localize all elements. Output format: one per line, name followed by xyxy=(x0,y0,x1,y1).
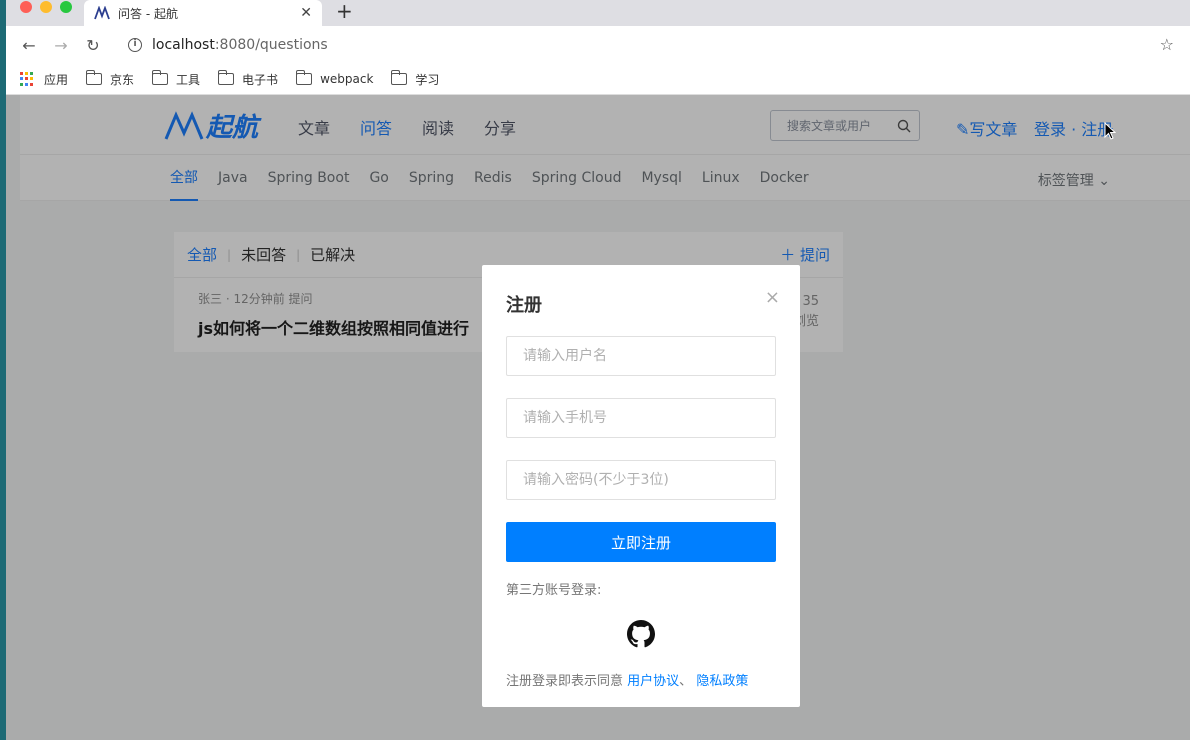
register-button[interactable]: 立即注册 xyxy=(506,522,776,562)
forward-arrow-icon[interactable]: → xyxy=(50,36,72,55)
close-window-button[interactable] xyxy=(20,1,32,13)
site-favicon-icon xyxy=(94,6,110,20)
back-arrow-icon[interactable]: ← xyxy=(18,36,40,55)
tab-close-icon[interactable]: ✕ xyxy=(300,5,312,21)
password-field[interactable] xyxy=(506,460,776,500)
mouse-cursor-icon xyxy=(1104,122,1116,140)
agreement-separator: 、 xyxy=(679,674,693,689)
bookmarks-bar: 应用 京东 工具 电子书 webpack 学习 xyxy=(6,64,1190,95)
folder-icon xyxy=(295,70,313,85)
oauth-label: 第三方账号登录: xyxy=(506,583,602,598)
bookmark-apps[interactable]: 应用 xyxy=(20,71,68,88)
bookmark-label: webpack xyxy=(320,72,374,86)
site-info-icon[interactable]: i xyxy=(128,38,142,52)
agreement-text: 注册登录即表示同意 用户协议、 隐私政策 xyxy=(506,670,748,689)
folder-icon xyxy=(151,70,169,85)
apps-grid-icon xyxy=(20,72,34,86)
bookmark-label: 工具 xyxy=(176,72,201,87)
bookmark-study[interactable]: 学习 xyxy=(391,70,440,88)
bookmark-label: 电子书 xyxy=(242,72,279,87)
agreement-prefix: 注册登录即表示同意 xyxy=(506,674,624,689)
url-field[interactable]: localhost:8080/questions xyxy=(152,37,328,53)
address-bar: ← → ↻ i localhost:8080/questions ☆ xyxy=(6,26,1190,64)
folder-icon xyxy=(217,70,235,85)
browser-tab[interactable]: 问答 - 起航 ✕ xyxy=(84,0,322,26)
bookmark-tools[interactable]: 工具 xyxy=(151,70,201,88)
bookmark-label: 京东 xyxy=(110,72,135,87)
url-path: :8080/questions xyxy=(214,37,328,53)
bookmark-jd[interactable]: 京东 xyxy=(85,70,135,88)
new-tab-button[interactable]: + xyxy=(336,0,353,22)
bookmark-label: 学习 xyxy=(415,72,440,87)
tab-bar: 问答 - 起航 ✕ + xyxy=(6,0,1190,26)
username-field[interactable] xyxy=(506,336,776,376)
bookmark-webpack[interactable]: webpack xyxy=(295,70,374,86)
window-controls xyxy=(20,1,72,13)
url-host: localhost xyxy=(152,37,215,53)
bookmark-label: 应用 xyxy=(44,72,69,87)
bookmark-ebooks[interactable]: 电子书 xyxy=(217,70,279,88)
folder-icon xyxy=(85,70,103,85)
privacy-policy-link[interactable]: 隐私政策 xyxy=(696,674,748,689)
maximize-window-button[interactable] xyxy=(60,1,72,13)
github-icon[interactable] xyxy=(627,620,655,648)
bookmark-star-icon[interactable]: ☆ xyxy=(1160,35,1174,54)
minimize-window-button[interactable] xyxy=(40,1,52,13)
phone-field[interactable] xyxy=(506,398,776,438)
register-modal: 注册 × 立即注册 第三方账号登录: 注册登录即表示同意 用户协议、 隐私政策 xyxy=(482,265,800,707)
tab-title: 问答 - 起航 xyxy=(118,6,178,21)
modal-title: 注册 xyxy=(506,295,542,316)
folder-icon xyxy=(391,70,408,85)
close-icon[interactable]: × xyxy=(765,287,780,308)
reload-icon[interactable]: ↻ xyxy=(82,36,104,55)
browser-window: 问答 - 起航 ✕ + ← → ↻ i localhost:8080/quest… xyxy=(6,0,1190,740)
user-agreement-link[interactable]: 用户协议 xyxy=(627,674,679,689)
